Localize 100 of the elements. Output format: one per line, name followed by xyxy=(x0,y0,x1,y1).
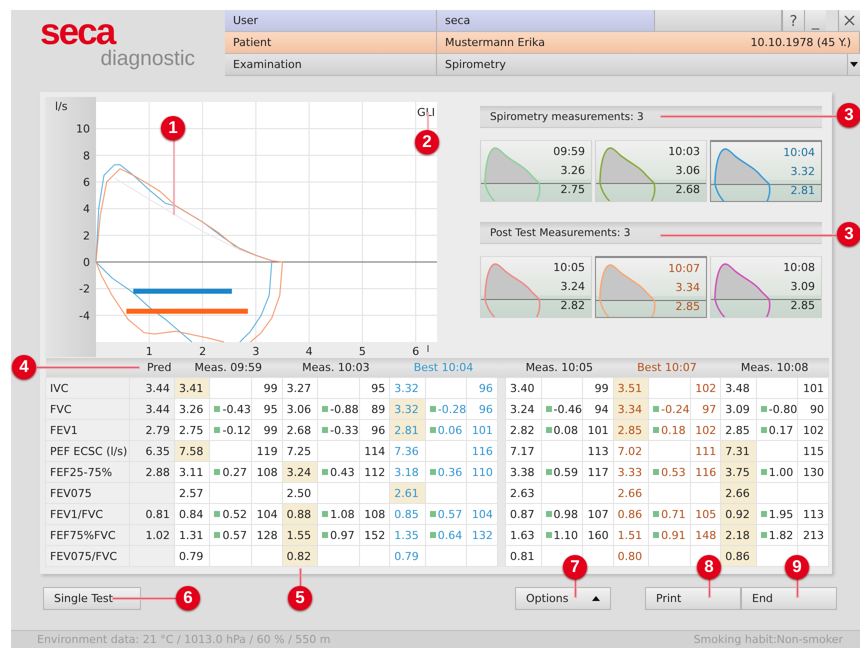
z-score-cell: -0.80 xyxy=(756,398,798,420)
section-header: Spirometry measurements: 3 xyxy=(480,106,822,128)
percent-cell: 89 xyxy=(359,398,390,420)
measurement-value: 3.34 xyxy=(676,281,700,295)
percent-cell: 117 xyxy=(582,462,614,482)
value-cell: 1.35 xyxy=(390,524,426,546)
percent-cell: 102 xyxy=(690,378,721,398)
percent-cell: 116 xyxy=(690,462,721,482)
measurement-value: 3.32 xyxy=(790,165,815,179)
value-cell: 0.85 xyxy=(390,504,426,524)
z-score-cell: -0.43 xyxy=(210,398,252,420)
percent-cell: 115 xyxy=(798,440,828,462)
percent-cell: 148 xyxy=(690,524,721,546)
z-score-cell: 1.08 xyxy=(318,504,360,524)
value-cell: 2.66 xyxy=(613,482,649,504)
value-cell: 2.85 xyxy=(613,420,649,440)
percent-cell: 96 xyxy=(359,420,390,440)
percent-cell: 111 xyxy=(690,440,721,462)
value-cell: 3.34 xyxy=(613,398,649,420)
percent-cell: 108 xyxy=(252,462,282,482)
parameter-label: FEV1 xyxy=(46,420,130,440)
value-cell: 0.81 xyxy=(505,546,541,566)
z-score-cell: -0.46 xyxy=(541,398,583,420)
percent-cell: 108 xyxy=(359,504,390,524)
parameter-label: FEF75%FVC xyxy=(46,524,130,546)
measurement-time: 10:04 xyxy=(783,146,815,160)
axis-tick-label: 1 xyxy=(146,345,153,357)
value-cell: 0.87 xyxy=(505,504,541,524)
percent-cell: 110 xyxy=(466,462,498,482)
measurement-value: 2.85 xyxy=(790,299,815,313)
percent-cell: 94 xyxy=(582,398,614,420)
parameter-label: PEF ECSC (l/s) xyxy=(46,440,130,462)
value-cell: 1.51 xyxy=(613,524,649,546)
value-cell: 7.31 xyxy=(720,440,756,462)
column-header: Meas. 10:03 xyxy=(282,358,390,378)
z-score-cell: 0.57 xyxy=(210,524,252,546)
percent-cell: 99 xyxy=(252,420,282,440)
product-name: diagnostic xyxy=(100,48,195,70)
axis-tick-label: 6 xyxy=(412,345,420,357)
percent-cell: 95 xyxy=(252,398,282,420)
percent-cell: 97 xyxy=(690,398,721,420)
parameter-label: IVC xyxy=(46,378,130,398)
z-score-cell: 1.95 xyxy=(756,504,798,524)
value-cell: 0.79 xyxy=(390,546,426,566)
percent-cell: 114 xyxy=(359,440,390,462)
value-cell: 3.41 xyxy=(174,378,210,398)
measurement-value: 2.85 xyxy=(676,300,700,314)
value-cell: 2.66 xyxy=(720,482,756,504)
column-header: Meas. 10:08 xyxy=(720,358,828,378)
percent-cell: 132 xyxy=(466,524,498,546)
value-cell: 0.88 xyxy=(282,504,318,524)
z-score-cell: 0.36 xyxy=(425,462,467,482)
percent-cell: 102 xyxy=(690,420,721,440)
value-cell: 7.58 xyxy=(174,440,210,462)
field-value: seca xyxy=(437,10,655,31)
parameter-label: FEV1/FVC xyxy=(46,504,130,524)
value-cell: 1.63 xyxy=(505,524,541,546)
axis-label: l/s xyxy=(55,100,68,113)
measurement-time: 10:07 xyxy=(668,262,700,276)
percent-cell: 128 xyxy=(252,524,282,546)
percent-cell: 95 xyxy=(359,378,390,398)
z-score-cell: 0.71 xyxy=(648,504,690,524)
z-score-cell: 0.43 xyxy=(318,462,360,482)
axis-tick-label: 2 xyxy=(83,229,90,242)
measurement-time: 10:05 xyxy=(553,261,585,275)
percent-cell: 113 xyxy=(798,504,828,524)
parameter-label: FEV075 xyxy=(46,482,130,504)
value-cell: 0.86 xyxy=(613,504,649,524)
value-cell: 3.26 xyxy=(174,398,210,420)
axis-tick-label: -2 xyxy=(79,282,90,296)
z-score-cell: -0.28 xyxy=(425,398,467,420)
value-cell: 2.68 xyxy=(282,420,318,440)
value-cell: 7.25 xyxy=(282,440,318,462)
value-cell: 3.38 xyxy=(505,462,541,482)
percent-cell: 152 xyxy=(359,524,390,546)
z-score-cell: 1.10 xyxy=(541,524,583,546)
axis-tick-label: -4 xyxy=(79,309,90,322)
predicted-cell: 1.02 xyxy=(130,524,174,546)
z-score-cell: 0.17 xyxy=(756,420,798,440)
predicted-cell: 2.79 xyxy=(130,420,174,440)
measurement-value: 2.82 xyxy=(560,299,585,313)
percent-cell: 116 xyxy=(466,440,498,462)
value-cell: 1.31 xyxy=(174,524,210,546)
z-score-cell: -0.12 xyxy=(210,420,252,440)
column-header: Meas. 09:59 xyxy=(174,358,282,378)
percent-cell: 96 xyxy=(466,398,498,420)
z-score-cell: 0.57 xyxy=(425,504,467,524)
value-cell: 0.92 xyxy=(720,504,756,524)
patient-name: Mustermann Erika xyxy=(445,36,545,49)
percent-cell: 112 xyxy=(359,462,390,482)
section-header: Post Test Measurements: 3 xyxy=(480,222,822,244)
measurement-value: 3.06 xyxy=(676,164,700,178)
axis-tick-label: 3 xyxy=(252,345,260,357)
measurement-time: 10:08 xyxy=(783,261,815,275)
predicted-cell: 2.88 xyxy=(130,462,174,482)
z-score-cell: 0.18 xyxy=(648,420,690,440)
value-cell: 2.61 xyxy=(390,482,426,504)
z-score-cell: 0.91 xyxy=(648,524,690,546)
axis-tick-label: 6 xyxy=(83,176,90,189)
value-cell: 0.86 xyxy=(720,546,756,566)
